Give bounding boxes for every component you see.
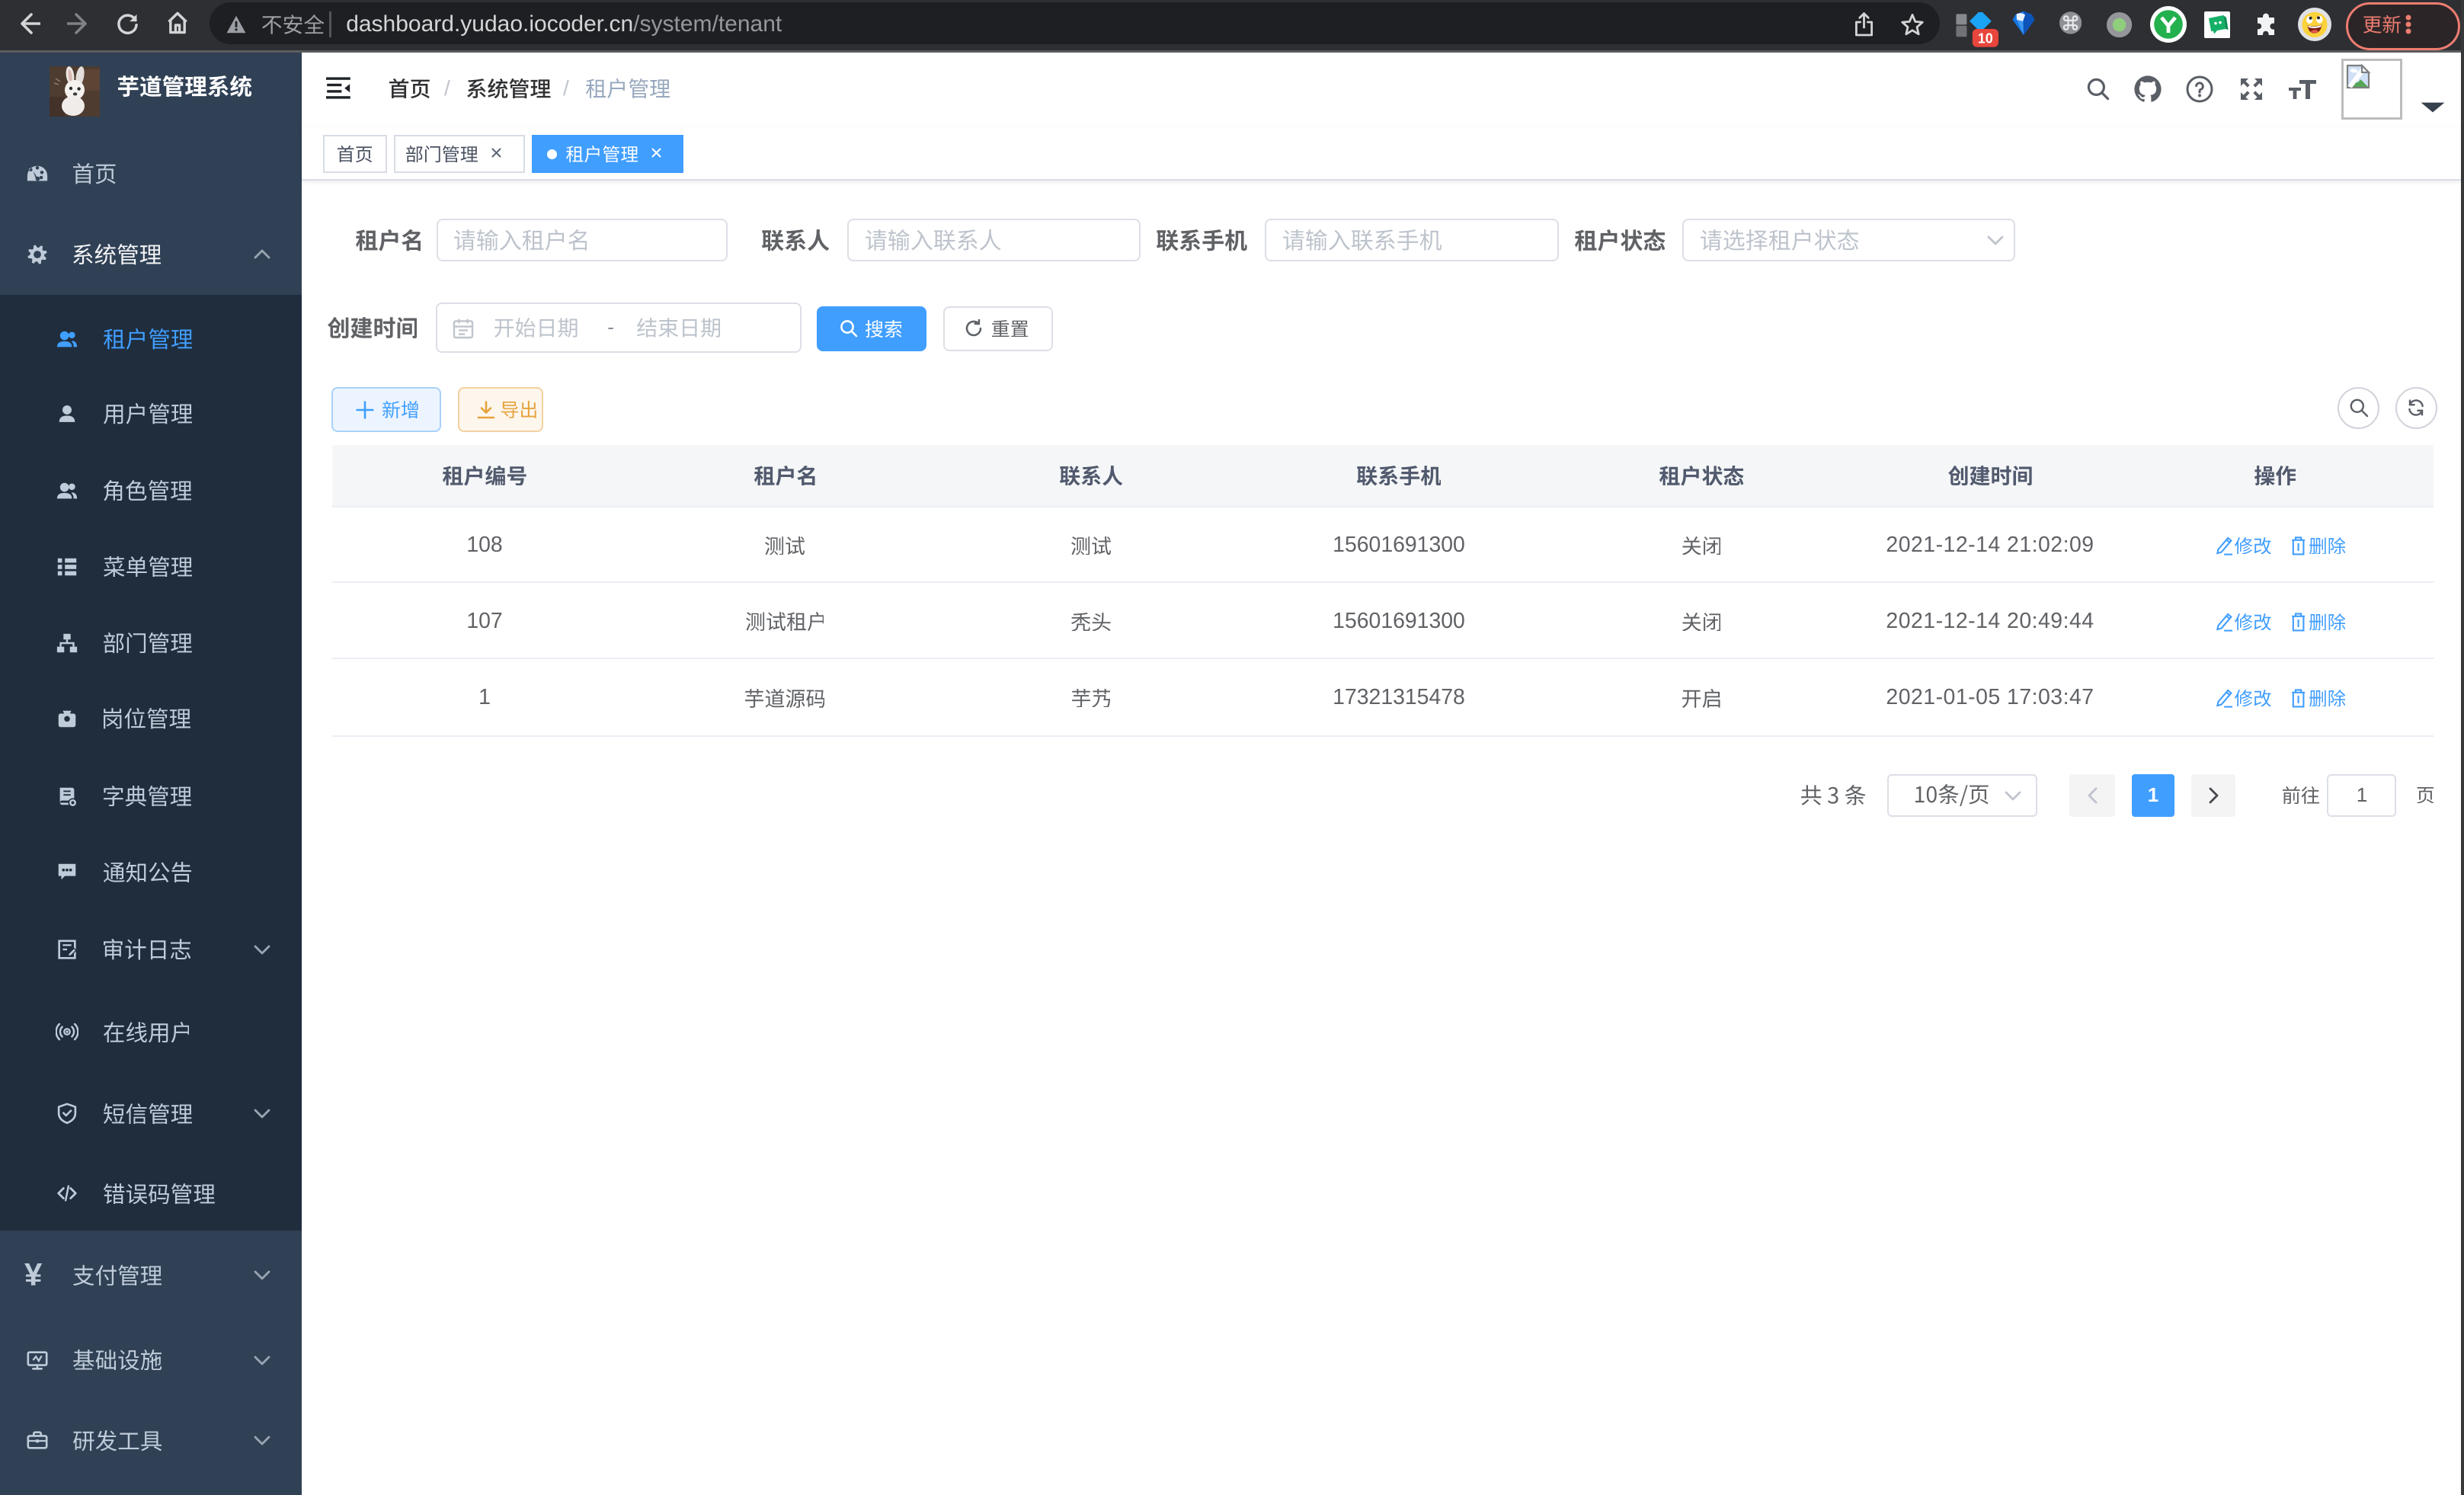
- svg-text:10: 10: [1977, 31, 1992, 46]
